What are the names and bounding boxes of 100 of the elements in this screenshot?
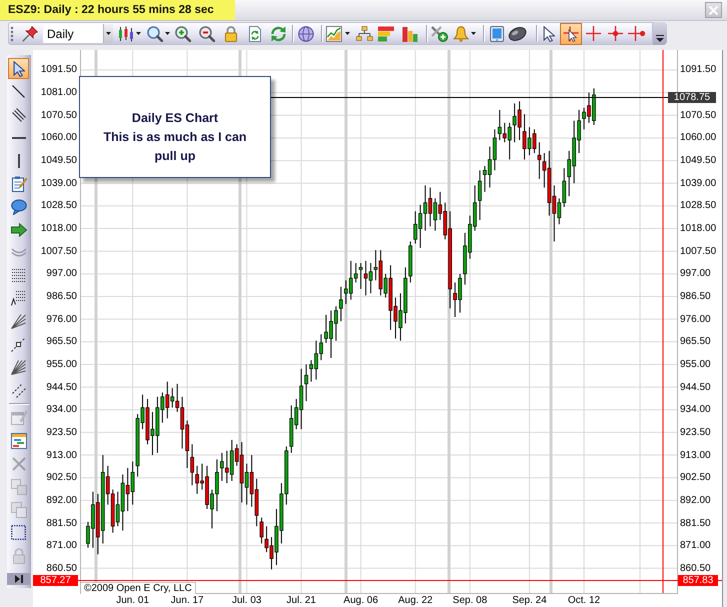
date-label: Oct. 12 <box>568 595 600 606</box>
candlestick-icon[interactable] <box>118 26 134 42</box>
price-label: 997.00 <box>680 268 711 280</box>
price-label: 923.50 <box>680 426 711 438</box>
dotted-lines-icon[interactable] <box>12 269 26 282</box>
price-label: 955.00 <box>680 358 711 370</box>
pushpin-icon[interactable] <box>22 26 38 42</box>
refresh-icon[interactable] <box>270 26 287 42</box>
price-label: 902.50 <box>46 472 77 484</box>
line-chart-icon[interactable] <box>326 26 342 42</box>
expand-icon <box>14 575 22 583</box>
last-price-label: 857.83 <box>678 575 718 586</box>
price-label: 1091.50 <box>680 64 716 76</box>
price-label: 1091.50 <box>40 64 77 76</box>
price-label: 965.50 <box>46 336 77 348</box>
price-label: 1049.50 <box>680 155 716 166</box>
close-icon <box>709 6 718 14</box>
cursor-icon[interactable] <box>543 26 555 42</box>
date-label: Jul. 03 <box>232 595 262 606</box>
horizontal-line-icon[interactable] <box>12 136 26 138</box>
price-label: 1028.50 <box>40 200 77 212</box>
price-label: 892.00 <box>680 494 711 506</box>
price-label: 1039.00 <box>40 178 77 189</box>
price-label: 860.50 <box>46 562 77 574</box>
tools-plus-icon[interactable] <box>431 26 448 42</box>
zoom-out-icon[interactable] <box>199 26 215 42</box>
close-button[interactable] <box>705 2 722 18</box>
price-label: 1070.50 <box>680 110 716 121</box>
arrow-icon[interactable] <box>10 222 26 236</box>
vertical-bars-icon[interactable] <box>402 26 418 42</box>
zoom-in-icon[interactable] <box>175 26 191 42</box>
cursor-button[interactable] <box>8 58 29 79</box>
chevron-down-icon <box>656 35 664 42</box>
last-price-label: 857.27 <box>33 575 78 586</box>
date-label: Jul. 21 <box>286 595 316 606</box>
document-refresh-icon[interactable] <box>247 26 263 42</box>
price-label: 913.00 <box>680 450 711 461</box>
cursor-icon[interactable] <box>12 60 24 76</box>
vertical-line-icon[interactable] <box>18 154 20 168</box>
price-label: 1018.00 <box>680 223 716 234</box>
price-label: 955.00 <box>46 358 77 370</box>
price-label: 986.50 <box>46 290 77 302</box>
candlestick <box>358 262 363 290</box>
price-label: 871.00 <box>680 540 711 552</box>
price-label: 986.50 <box>680 290 711 302</box>
hierarchy-icon[interactable] <box>356 26 373 42</box>
price-label: 1028.50 <box>680 200 716 212</box>
price-label: 944.50 <box>680 382 711 393</box>
copyright-text: ©2009 Open E Cry, LLC <box>81 582 196 594</box>
candlestick <box>304 364 308 402</box>
price-label: 1039.00 <box>680 178 716 189</box>
price-label: 1018.00 <box>40 223 77 234</box>
price-label: 892.00 <box>46 494 77 506</box>
crosshair-marker-icon[interactable] <box>628 26 646 41</box>
interval-dropdown[interactable]: Daily <box>43 24 113 43</box>
price-label: 944.50 <box>46 382 77 393</box>
date-label: Sep. 24 <box>512 595 547 606</box>
price-label: 1060.00 <box>40 132 77 144</box>
price-label: 881.50 <box>680 518 711 528</box>
window-title: ESZ9: Daily : 22 hours 55 mins 28 sec <box>0 0 235 20</box>
globe-icon[interactable] <box>298 26 314 42</box>
price-label: 1049.50 <box>40 155 77 166</box>
price-label: 913.00 <box>46 450 77 461</box>
chart-note: Daily ES Chart This is as much as I can pull up <box>79 76 271 178</box>
caret-icon[interactable] <box>106 32 111 35</box>
mouse-icon[interactable] <box>508 26 527 42</box>
horizontal-bars-icon[interactable] <box>378 26 394 42</box>
candlestick <box>537 142 542 180</box>
price-label: 997.00 <box>46 268 77 280</box>
caret-icon[interactable] <box>471 32 476 35</box>
caret-icon[interactable] <box>165 32 170 35</box>
lock-icon[interactable] <box>223 26 239 42</box>
expand-button[interactable] <box>7 573 30 585</box>
candlestick <box>190 444 194 486</box>
price-label: 976.00 <box>46 314 77 325</box>
price-label: 1081.00 <box>40 87 77 98</box>
price-label: 1007.50 <box>40 246 77 257</box>
cursor-price-label: 1078.75 <box>668 92 716 103</box>
caret-icon[interactable] <box>345 32 350 35</box>
candlestick <box>260 517 264 544</box>
date-label: Jun. 01 <box>116 595 150 606</box>
date-label: Sep. 08 <box>452 595 488 606</box>
caret-icon[interactable] <box>136 32 141 35</box>
price-label: 934.00 <box>680 404 711 416</box>
parallel-lines-icon[interactable] <box>12 108 26 122</box>
bell-icon[interactable] <box>453 26 469 42</box>
crosshair-icon[interactable] <box>586 26 600 41</box>
grip-icon[interactable] <box>10 26 14 42</box>
price-label: 860.50 <box>680 562 711 574</box>
search-icon[interactable] <box>147 26 163 42</box>
price-label: 923.50 <box>46 426 77 438</box>
price-label: 976.00 <box>680 314 711 325</box>
crosshair-dot-icon[interactable] <box>608 26 622 41</box>
tablet-icon[interactable] <box>490 26 504 42</box>
dashed-parallel-lines-icon[interactable] <box>12 384 26 398</box>
toolbar-overflow-button[interactable] <box>653 22 667 45</box>
line-icon[interactable] <box>12 85 25 98</box>
price-label: 965.50 <box>680 336 711 348</box>
price-label: 881.50 <box>46 518 77 528</box>
price-label: 1060.00 <box>680 132 716 144</box>
